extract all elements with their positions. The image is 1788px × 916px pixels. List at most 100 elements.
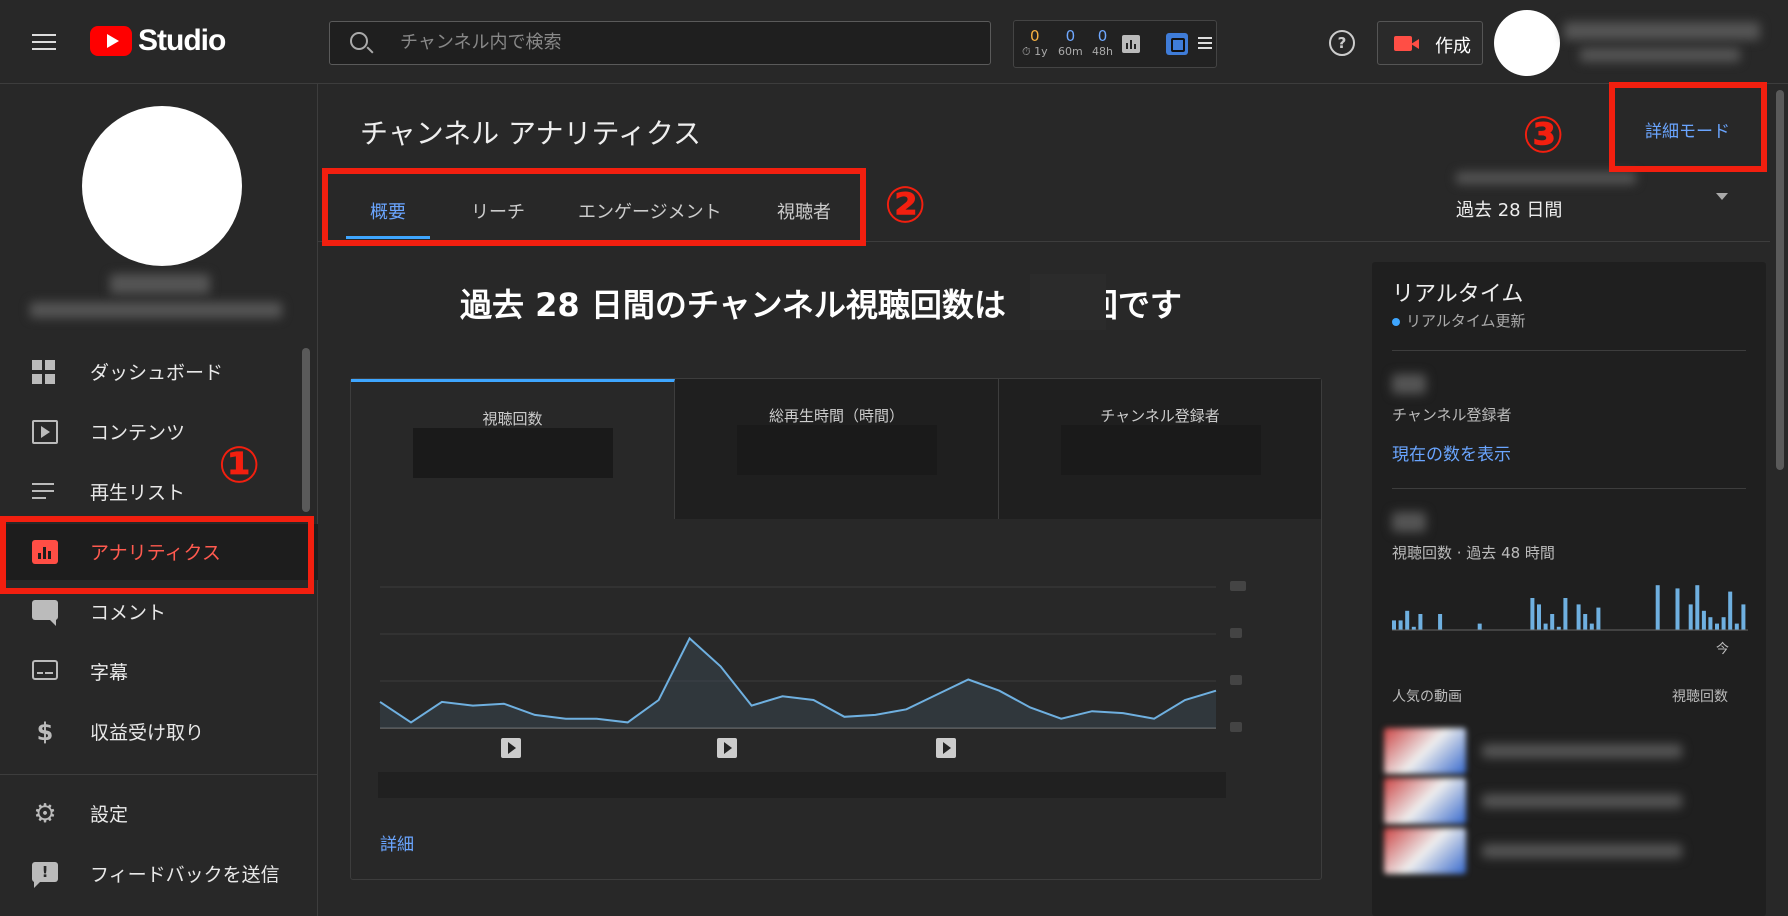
views-area [380, 638, 1216, 728]
realtime-bar [1589, 623, 1594, 630]
sidebar-item-label: フィードバックを送信 [90, 864, 280, 886]
subtitles-icon [32, 660, 58, 680]
channel-avatar[interactable] [82, 106, 242, 266]
realtime-bar [1530, 598, 1535, 630]
studio-logo[interactable]: Studio [90, 24, 226, 58]
realtime-bar [1583, 614, 1588, 630]
metric-value-hidden [737, 425, 937, 475]
metric-value-hidden [413, 428, 613, 478]
annotation-number-1: ① [218, 436, 261, 494]
realtime-bar [1708, 617, 1713, 630]
sidebar-item-playlists[interactable]: 再生リスト [0, 464, 318, 520]
realtime-bar [1576, 604, 1581, 630]
realtime-bar [1655, 585, 1660, 630]
account-avatar[interactable] [1494, 10, 1560, 76]
subscribers-label: チャンネル登録者 [1392, 406, 1512, 424]
realtime-panel: リアルタイム リアルタイム更新 チャンネル登録者 現在の数を表示 視聴回数 · … [1372, 262, 1766, 916]
main-scrollbar[interactable] [1776, 90, 1784, 470]
sidebar-item-label: 収益受け取り [90, 722, 205, 744]
stats-menu-icon[interactable] [1198, 37, 1212, 51]
metric-label: 総再生時間（時間） [768, 407, 904, 425]
stat-60m: 0 60m [1058, 27, 1083, 58]
divider [1392, 350, 1746, 351]
sidebar-divider [0, 774, 318, 775]
comment-icon [32, 600, 58, 626]
realtime-bar [1563, 598, 1568, 630]
content-icon [32, 420, 58, 444]
realtime-bar [1438, 614, 1443, 630]
y-axis-label-blurred [1230, 628, 1242, 638]
top-bar: Studio 0 ⏱ 1y 0 60m 0 48h ? 作成 [0, 0, 1788, 84]
bar-chart-icon[interactable] [1122, 35, 1140, 53]
video-camera-icon [1394, 36, 1419, 51]
y-axis-label-blurred [1230, 675, 1242, 685]
video-thumbnail[interactable] [1384, 778, 1466, 824]
popular-views-label: 視聴回数 [1672, 689, 1728, 705]
account-name-blurred [1564, 22, 1760, 40]
realtime-bar [1728, 591, 1733, 630]
metric-subscribers[interactable]: チャンネル登録者 [999, 379, 1321, 519]
video-thumbnail[interactable] [1384, 728, 1466, 774]
annotation-box-advanced [1609, 82, 1767, 172]
menu-icon[interactable] [32, 34, 56, 52]
realtime-bar [1695, 585, 1700, 630]
annotation-number-2: ② [884, 176, 927, 234]
sidebar-item-feedback[interactable]: ! フィードバックを送信 [0, 846, 318, 902]
realtime-status: リアルタイム更新 [1392, 310, 1526, 331]
dropdown-arrow-icon[interactable] [1716, 193, 1728, 200]
sidebar: ダッシュボード コンテンツ 再生リスト アナリティクス コメント 字幕 $ 収益… [0, 84, 318, 916]
metric-watch-time[interactable]: 総再生時間（時間） [675, 379, 999, 519]
sidebar-item-label: 設定 [90, 804, 129, 826]
video-title-blurred[interactable] [1482, 794, 1682, 808]
help-icon[interactable]: ? [1329, 30, 1355, 56]
sidebar-item-subtitles[interactable]: 字幕 [0, 644, 318, 700]
now-label: 今 [1716, 642, 1730, 657]
realtime-bar-chart [1392, 585, 1748, 631]
video-title-blurred[interactable] [1482, 744, 1682, 758]
realtime-bar [1701, 610, 1706, 630]
feedback-icon: ! [32, 862, 58, 888]
video-title-blurred[interactable] [1482, 844, 1682, 858]
realtime-bar [1418, 614, 1423, 630]
sidebar-item-content[interactable]: コンテンツ [0, 404, 318, 460]
realtime-bar [1721, 617, 1726, 630]
views-48h-label: 視聴回数 · 過去 48 時間 [1392, 544, 1555, 562]
search-box[interactable] [329, 21, 991, 65]
realtime-bar [1537, 604, 1541, 630]
subscriber-count-blurred [1392, 374, 1426, 394]
page-title: チャンネル アナリティクス [360, 117, 701, 150]
sidebar-item-settings[interactable]: ⚙ 設定 [0, 786, 318, 842]
metric-views[interactable]: 視聴回数 [351, 379, 675, 519]
sidebar-item-label: コメント [90, 602, 167, 624]
realtime-bar [1550, 614, 1555, 630]
popular-videos-label: 人気の動画 [1392, 689, 1462, 705]
show-count-link[interactable]: 現在の数を表示 [1392, 440, 1511, 465]
realtime-title: リアルタイム [1392, 282, 1524, 307]
playlist-icon [32, 480, 58, 504]
stat-1y: 0 ⏱ 1y [1022, 27, 1048, 58]
realtime-bar [1688, 604, 1693, 630]
annotation-number-3: ③ [1522, 106, 1565, 164]
date-range-blurred [1456, 172, 1636, 184]
sidebar-item-earn[interactable]: $ 収益受け取り [0, 704, 318, 760]
gear-icon: ⚙ [33, 799, 57, 829]
see-more-link[interactable]: 詳細 [380, 830, 414, 855]
realtime-bar [1715, 623, 1719, 630]
chart-scrubber[interactable] [378, 772, 1226, 798]
sidebar-item-label: コンテンツ [90, 422, 186, 444]
dollar-icon: $ [36, 718, 54, 746]
search-icon [350, 32, 368, 50]
create-button[interactable]: 作成 [1377, 21, 1483, 65]
sidebar-scrollbar[interactable] [302, 348, 310, 512]
video-thumbnail[interactable] [1384, 828, 1466, 874]
create-label: 作成 [1435, 36, 1471, 57]
search-input[interactable] [400, 22, 960, 64]
sidebar-item-dashboard[interactable]: ダッシュボード [0, 344, 318, 400]
date-range-select[interactable]: 過去 28 日間 [1456, 196, 1562, 222]
views-count-hidden [1030, 274, 1106, 330]
channel-handle-blurred [30, 302, 282, 318]
stats-widget[interactable]: 0 ⏱ 1y 0 60m 0 48h [1013, 20, 1217, 68]
extension-icon[interactable] [1166, 33, 1188, 55]
views-chart [379, 581, 1246, 758]
dashboard-icon [32, 360, 58, 384]
